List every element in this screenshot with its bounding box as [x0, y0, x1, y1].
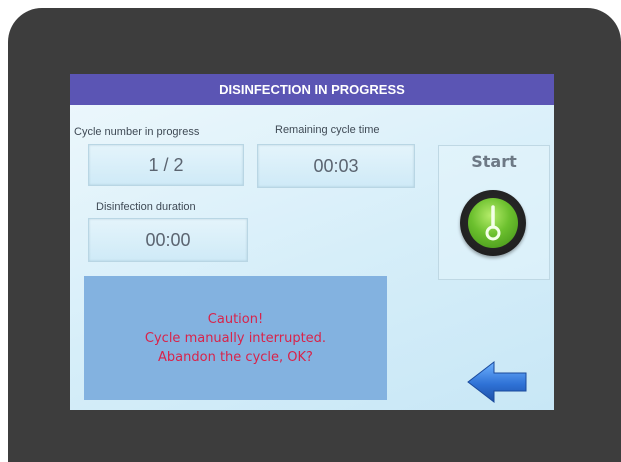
remaining-time-field: 00:03 — [257, 144, 415, 188]
device-bezel: DISINFECTION IN PROGRESS Cycle number in… — [8, 8, 621, 462]
alert-line-interrupted: Cycle manually interrupted. — [144, 330, 327, 346]
back-button[interactable] — [466, 360, 530, 404]
title-bar: DISINFECTION IN PROGRESS — [70, 74, 554, 105]
cycle-number-label: Cycle number in progress — [74, 126, 200, 138]
start-button[interactable] — [460, 190, 526, 256]
disinfection-duration-label: Disinfection duration — [96, 201, 196, 213]
arrow-left-icon — [467, 360, 527, 404]
power-toggle-icon — [485, 205, 501, 241]
touch-screen: DISINFECTION IN PROGRESS Cycle number in… — [70, 74, 554, 410]
alert-message-box[interactable]: Caution! Cycle manually interrupted. Aba… — [84, 276, 387, 400]
cycle-number-value: 1 / 2 — [148, 154, 184, 175]
alert-line-caution: Caution! — [207, 311, 264, 327]
start-panel: Start — [438, 145, 550, 280]
remaining-time-label: Remaining cycle time — [275, 124, 380, 136]
alert-line-abandon: Abandon the cycle, OK? — [158, 349, 313, 365]
start-label: Start — [471, 152, 517, 171]
disinfection-duration-field: 00:00 — [88, 218, 248, 262]
disinfection-duration-value: 00:00 — [145, 229, 191, 250]
page-title: DISINFECTION IN PROGRESS — [219, 82, 405, 97]
remaining-time-value: 00:03 — [313, 155, 359, 176]
cycle-number-field: 1 / 2 — [88, 144, 244, 186]
start-button-face — [468, 198, 518, 248]
